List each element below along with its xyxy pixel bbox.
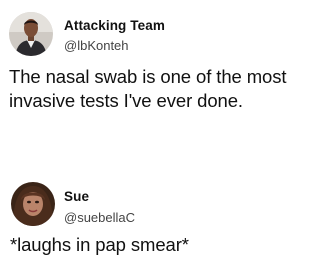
reply-post: Sue @suebellaC *laughs in pap smear*	[0, 165, 300, 270]
user-handle[interactable]: @suebellaC	[64, 210, 135, 225]
tweet-screenshot: Attacking Team @lbKonteh The nasal swab …	[0, 0, 300, 270]
reply-text: *laughs in pap smear*	[10, 234, 189, 255]
display-name[interactable]: Sue	[64, 189, 89, 204]
tweet-post: Attacking Team @lbKonteh The nasal swab …	[0, 0, 300, 165]
avatar[interactable]	[11, 182, 55, 226]
user-handle[interactable]: @lbKonteh	[64, 38, 129, 53]
tweet-text: The nasal swab is one of the most invasi…	[9, 66, 287, 111]
display-name[interactable]: Attacking Team	[64, 18, 165, 33]
avatar[interactable]	[9, 12, 53, 56]
